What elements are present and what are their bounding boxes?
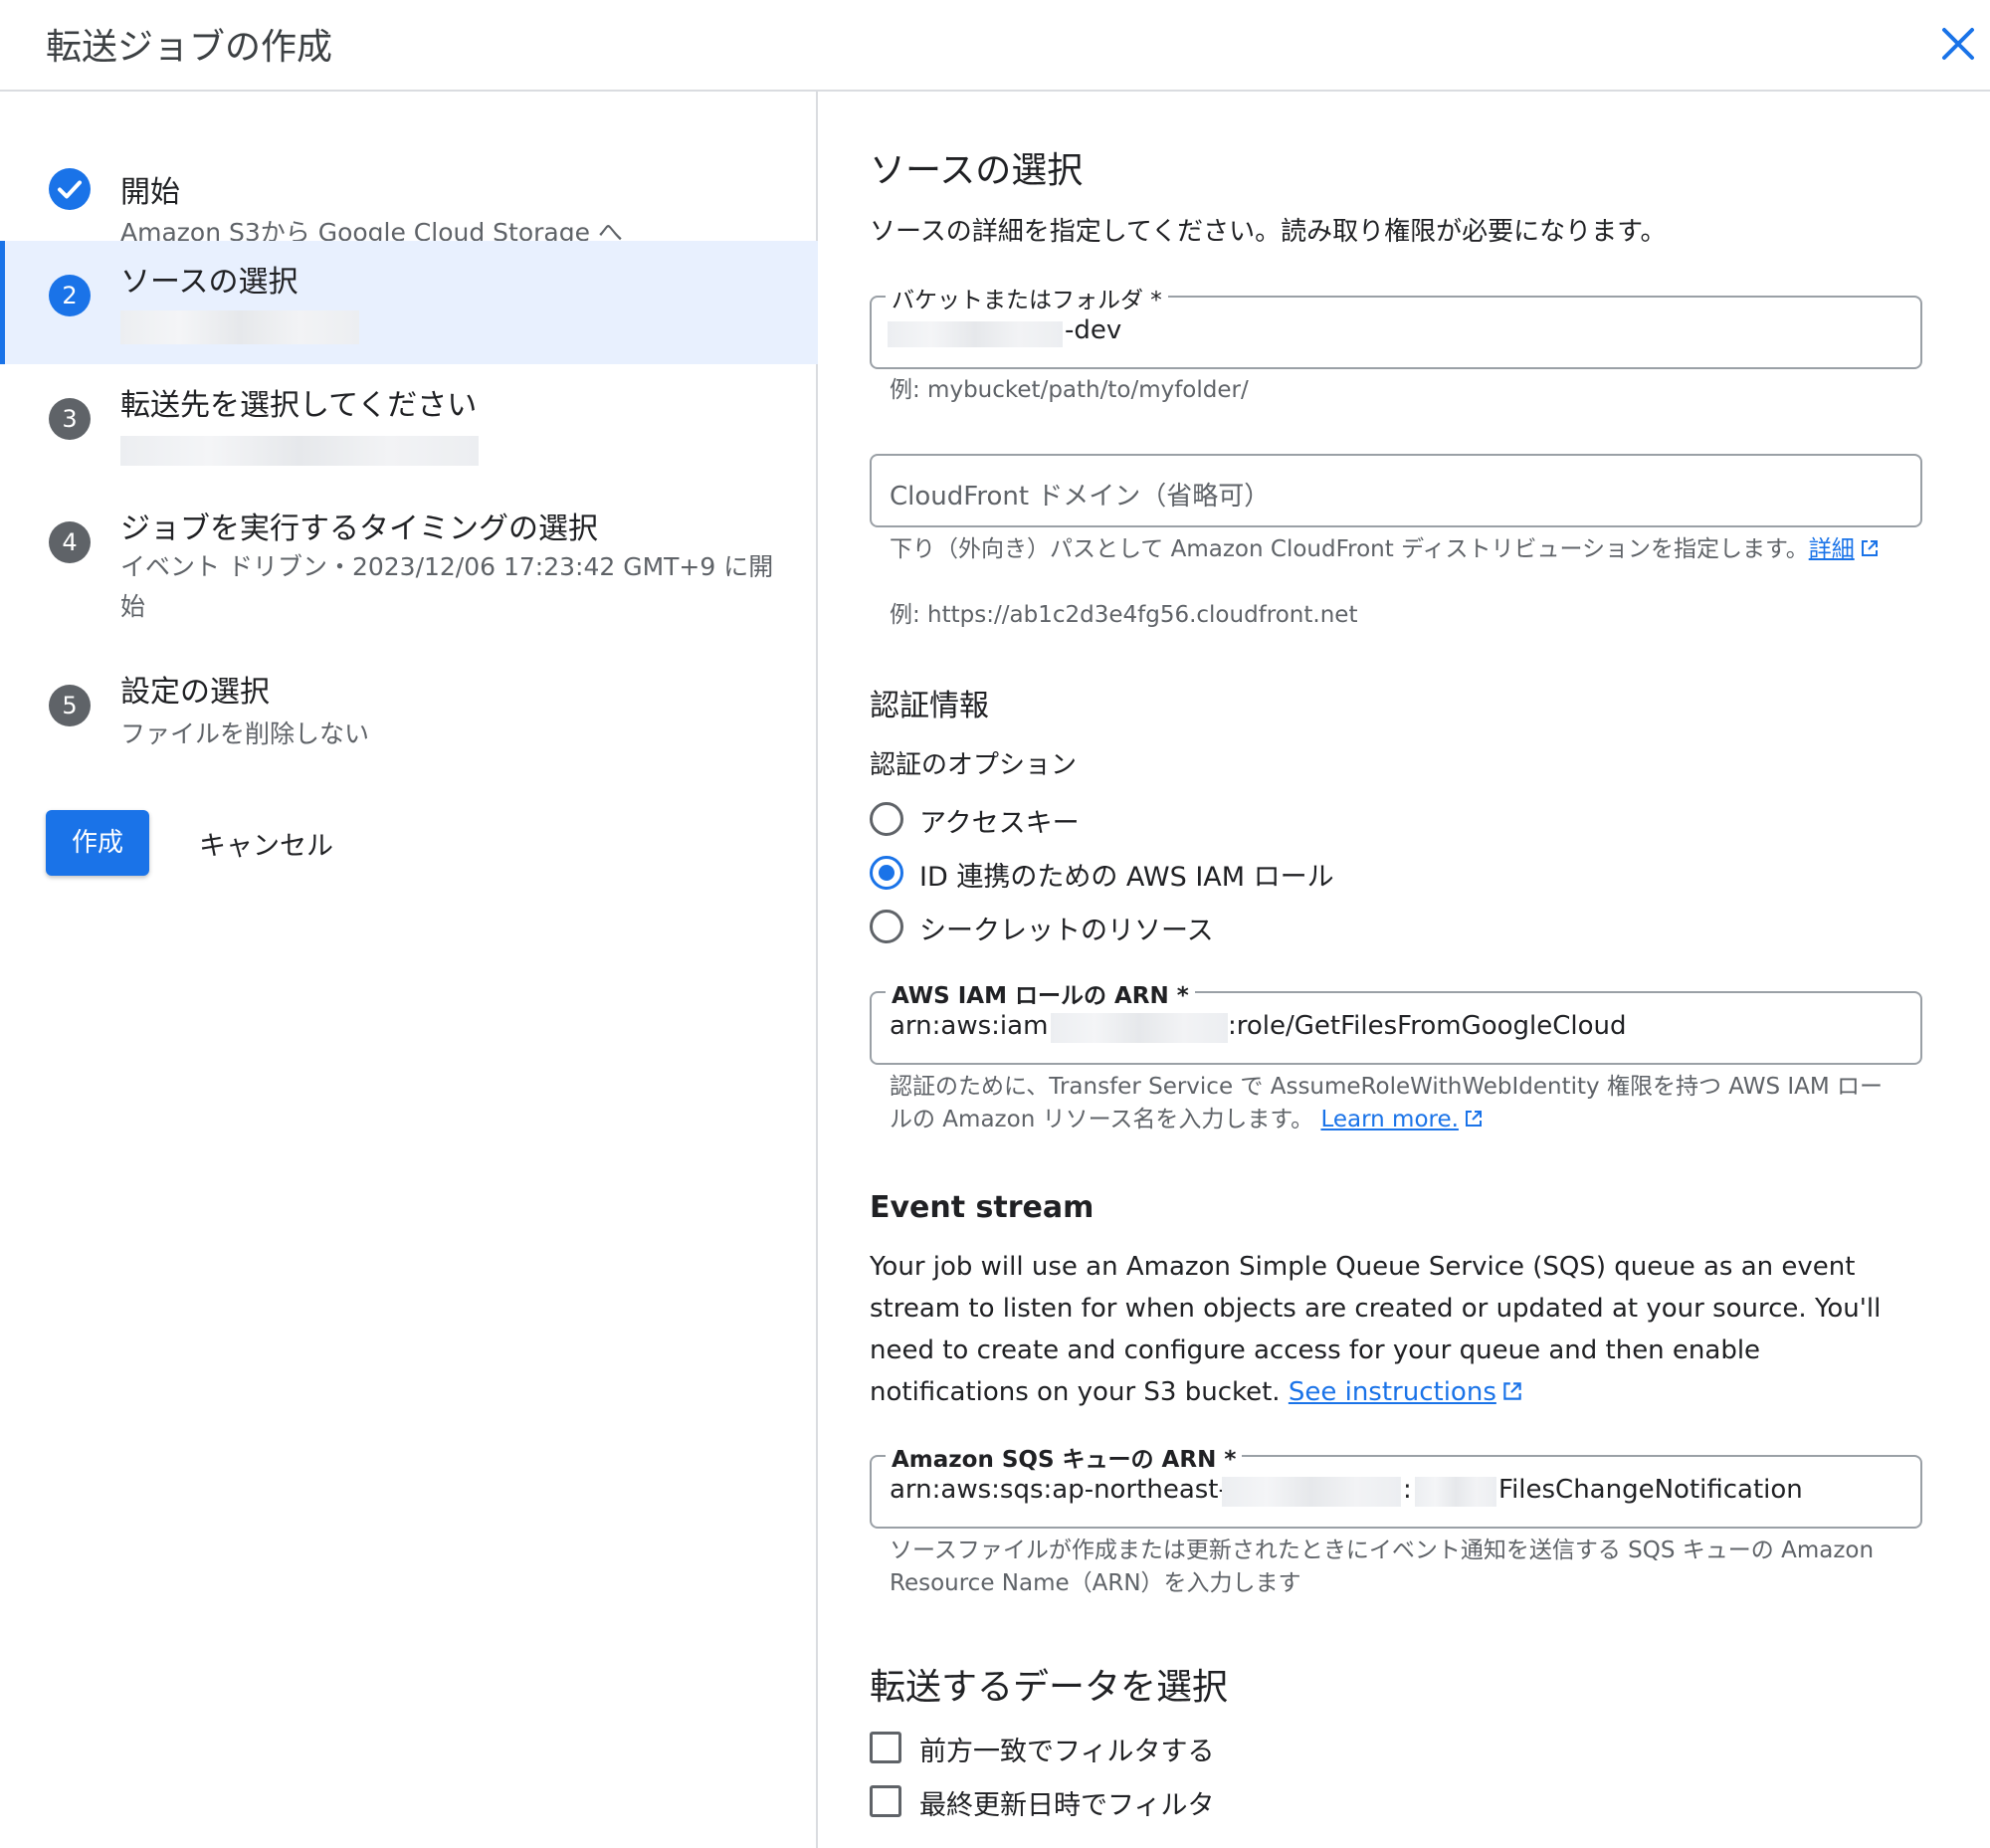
bucket-hint: 例: mybucket/path/to/myfolder/: [890, 377, 1249, 403]
step-number-badge: 2: [49, 275, 91, 316]
checkbox-prefix-filter[interactable]: [870, 1732, 901, 1763]
sqs-queue-arn-hint: ソースファイルが作成または更新されたときにイベント通知を送信する SQS キュー…: [890, 1538, 1875, 1596]
redacted-account-id: [1222, 1477, 1401, 1507]
redacted-subtitle: [120, 436, 479, 466]
step-subtitle: イベント ドリブン・2023/12/06 17:23:42 GMT+9 に開始: [120, 552, 774, 621]
source-description: ソースの詳細を指定してください。読み取り権限が必要になります。: [870, 217, 1667, 247]
checkbox-label-prefix-filter: 前方一致でフィルタする: [919, 1737, 1215, 1767]
step-title: ソースの選択: [120, 265, 298, 300]
close-button[interactable]: [1936, 22, 1980, 66]
stepper-panel: 開始 Amazon S3から Google Cloud Storage へ 2 …: [0, 92, 818, 1848]
step-settings[interactable]: 5 設定の選択 ファイルを削除しない: [0, 663, 818, 762]
radio-aws-iam-role[interactable]: [870, 856, 903, 890]
event-stream-title: Event stream: [870, 1190, 1094, 1225]
check-circle-icon: [49, 168, 91, 210]
step-title: 設定の選択: [120, 675, 270, 710]
cancel-button[interactable]: キャンセル: [199, 824, 333, 863]
see-instructions-link[interactable]: See instructions: [1289, 1377, 1496, 1407]
radio-label-access-key: アクセスキー: [919, 808, 1080, 839]
radio-label-secret-resource: シークレットのリソース: [919, 916, 1214, 946]
redacted-value: [888, 321, 1063, 347]
step-title: ジョブを実行するタイミングの選択: [120, 512, 598, 546]
cloudfront-details-link[interactable]: 詳細: [1809, 536, 1855, 562]
cloudfront-domain-input[interactable]: CloudFront ドメイン（省略可）: [870, 454, 1922, 527]
iam-role-arn-input[interactable]: AWS IAM ロールの ARN * arn:aws:iam:: :role/G…: [870, 976, 1922, 1065]
iam-role-arn-hint: 認証のために、Transfer Service で AssumeRoleWith…: [890, 1071, 1885, 1136]
iam-role-arn-label: AWS IAM ロールの ARN *: [886, 976, 1195, 1010]
sqs-arn-separator: :: [1403, 1475, 1412, 1505]
step-start[interactable]: 開始 Amazon S3から Google Cloud Storage へ: [0, 123, 818, 247]
redacted-queue-prefix: [1415, 1477, 1496, 1507]
redacted-account-id: [1051, 1013, 1228, 1043]
bucket-input[interactable]: バケットまたはフォルダ * -dev: [870, 281, 1922, 369]
radio-secret-resource[interactable]: [870, 910, 903, 943]
filter-section-title: 転送するデータを選択: [870, 1667, 1229, 1708]
bucket-input-value: -dev: [1065, 315, 1122, 345]
dialog-header: 転送ジョブの作成: [0, 0, 1990, 92]
step-subtitle: ファイルを削除しない: [120, 719, 370, 748]
iam-role-arn-suffix: :role/GetFilesFromGoogleCloud: [1228, 1011, 1627, 1041]
dialog-title: 転送ジョブの作成: [46, 27, 333, 68]
cloudfront-hint-text: 下り（外向き）パスとして Amazon CloudFront ディストリビューシ…: [890, 536, 1809, 562]
step-destination[interactable]: 3 転送先を選択してください: [0, 374, 818, 484]
cloudfront-placeholder: CloudFront ドメイン（省略可）: [890, 482, 1271, 512]
step-title: 開始: [120, 175, 180, 210]
form-panel: ソースの選択 ソースの詳細を指定してください。読み取り権限が必要になります。 バ…: [820, 92, 1990, 1848]
sqs-queue-arn-label: Amazon SQS キューの ARN *: [886, 1440, 1243, 1474]
step-number-badge: 3: [49, 398, 91, 440]
sqs-arn-suffix: FilesChangeNotification: [1498, 1475, 1803, 1505]
radio-access-key[interactable]: [870, 802, 903, 836]
close-icon: [1942, 28, 1974, 60]
checkbox-last-modified-filter[interactable]: [870, 1785, 901, 1817]
checkbox-label-last-modified-filter: 最終更新日時でフィルタ: [919, 1790, 1215, 1821]
cloudfront-hint: 下り（外向き）パスとして Amazon CloudFront ディストリビューシ…: [890, 533, 1904, 566]
iam-role-arn-prefix: arn:aws:iam::: [890, 1011, 1066, 1041]
step-number-badge: 4: [49, 521, 91, 563]
event-stream-description: Your job will use an Amazon Simple Queue…: [870, 1246, 1924, 1413]
source-section-title: ソースの選択: [870, 150, 1084, 191]
create-button[interactable]: 作成: [46, 810, 149, 876]
sqs-queue-arn-input[interactable]: Amazon SQS キューの ARN * arn:aws:sqs:ap-nor…: [870, 1440, 1922, 1529]
external-link-icon: [1465, 1111, 1482, 1127]
external-link-icon: [1503, 1382, 1521, 1400]
sqs-arn-prefix: arn:aws:sqs:ap-northeast-1:: [890, 1475, 1254, 1505]
cloudfront-example: 例: https://ab1c2d3e4fg56.cloudfront.net: [890, 602, 1358, 628]
step-source[interactable]: 2 ソースの選択: [0, 241, 818, 364]
external-link-icon: [1861, 540, 1878, 556]
radio-label-aws-iam-role: ID 連携のための AWS IAM ロール: [919, 862, 1334, 893]
redacted-subtitle: [120, 310, 359, 344]
step-title: 転送先を選択してください: [120, 388, 478, 423]
bucket-input-label: バケットまたはフォルダ *: [886, 281, 1168, 314]
step-number-badge: 5: [49, 685, 91, 726]
auth-section-title: 認証情報: [870, 689, 989, 723]
learn-more-link[interactable]: Learn more.: [1320, 1107, 1458, 1132]
auth-options-label: 認証のオプション: [870, 750, 1078, 780]
step-schedule[interactable]: 4 ジョブを実行するタイミングの選択 イベント ドリブン・2023/12/06 …: [0, 498, 818, 657]
